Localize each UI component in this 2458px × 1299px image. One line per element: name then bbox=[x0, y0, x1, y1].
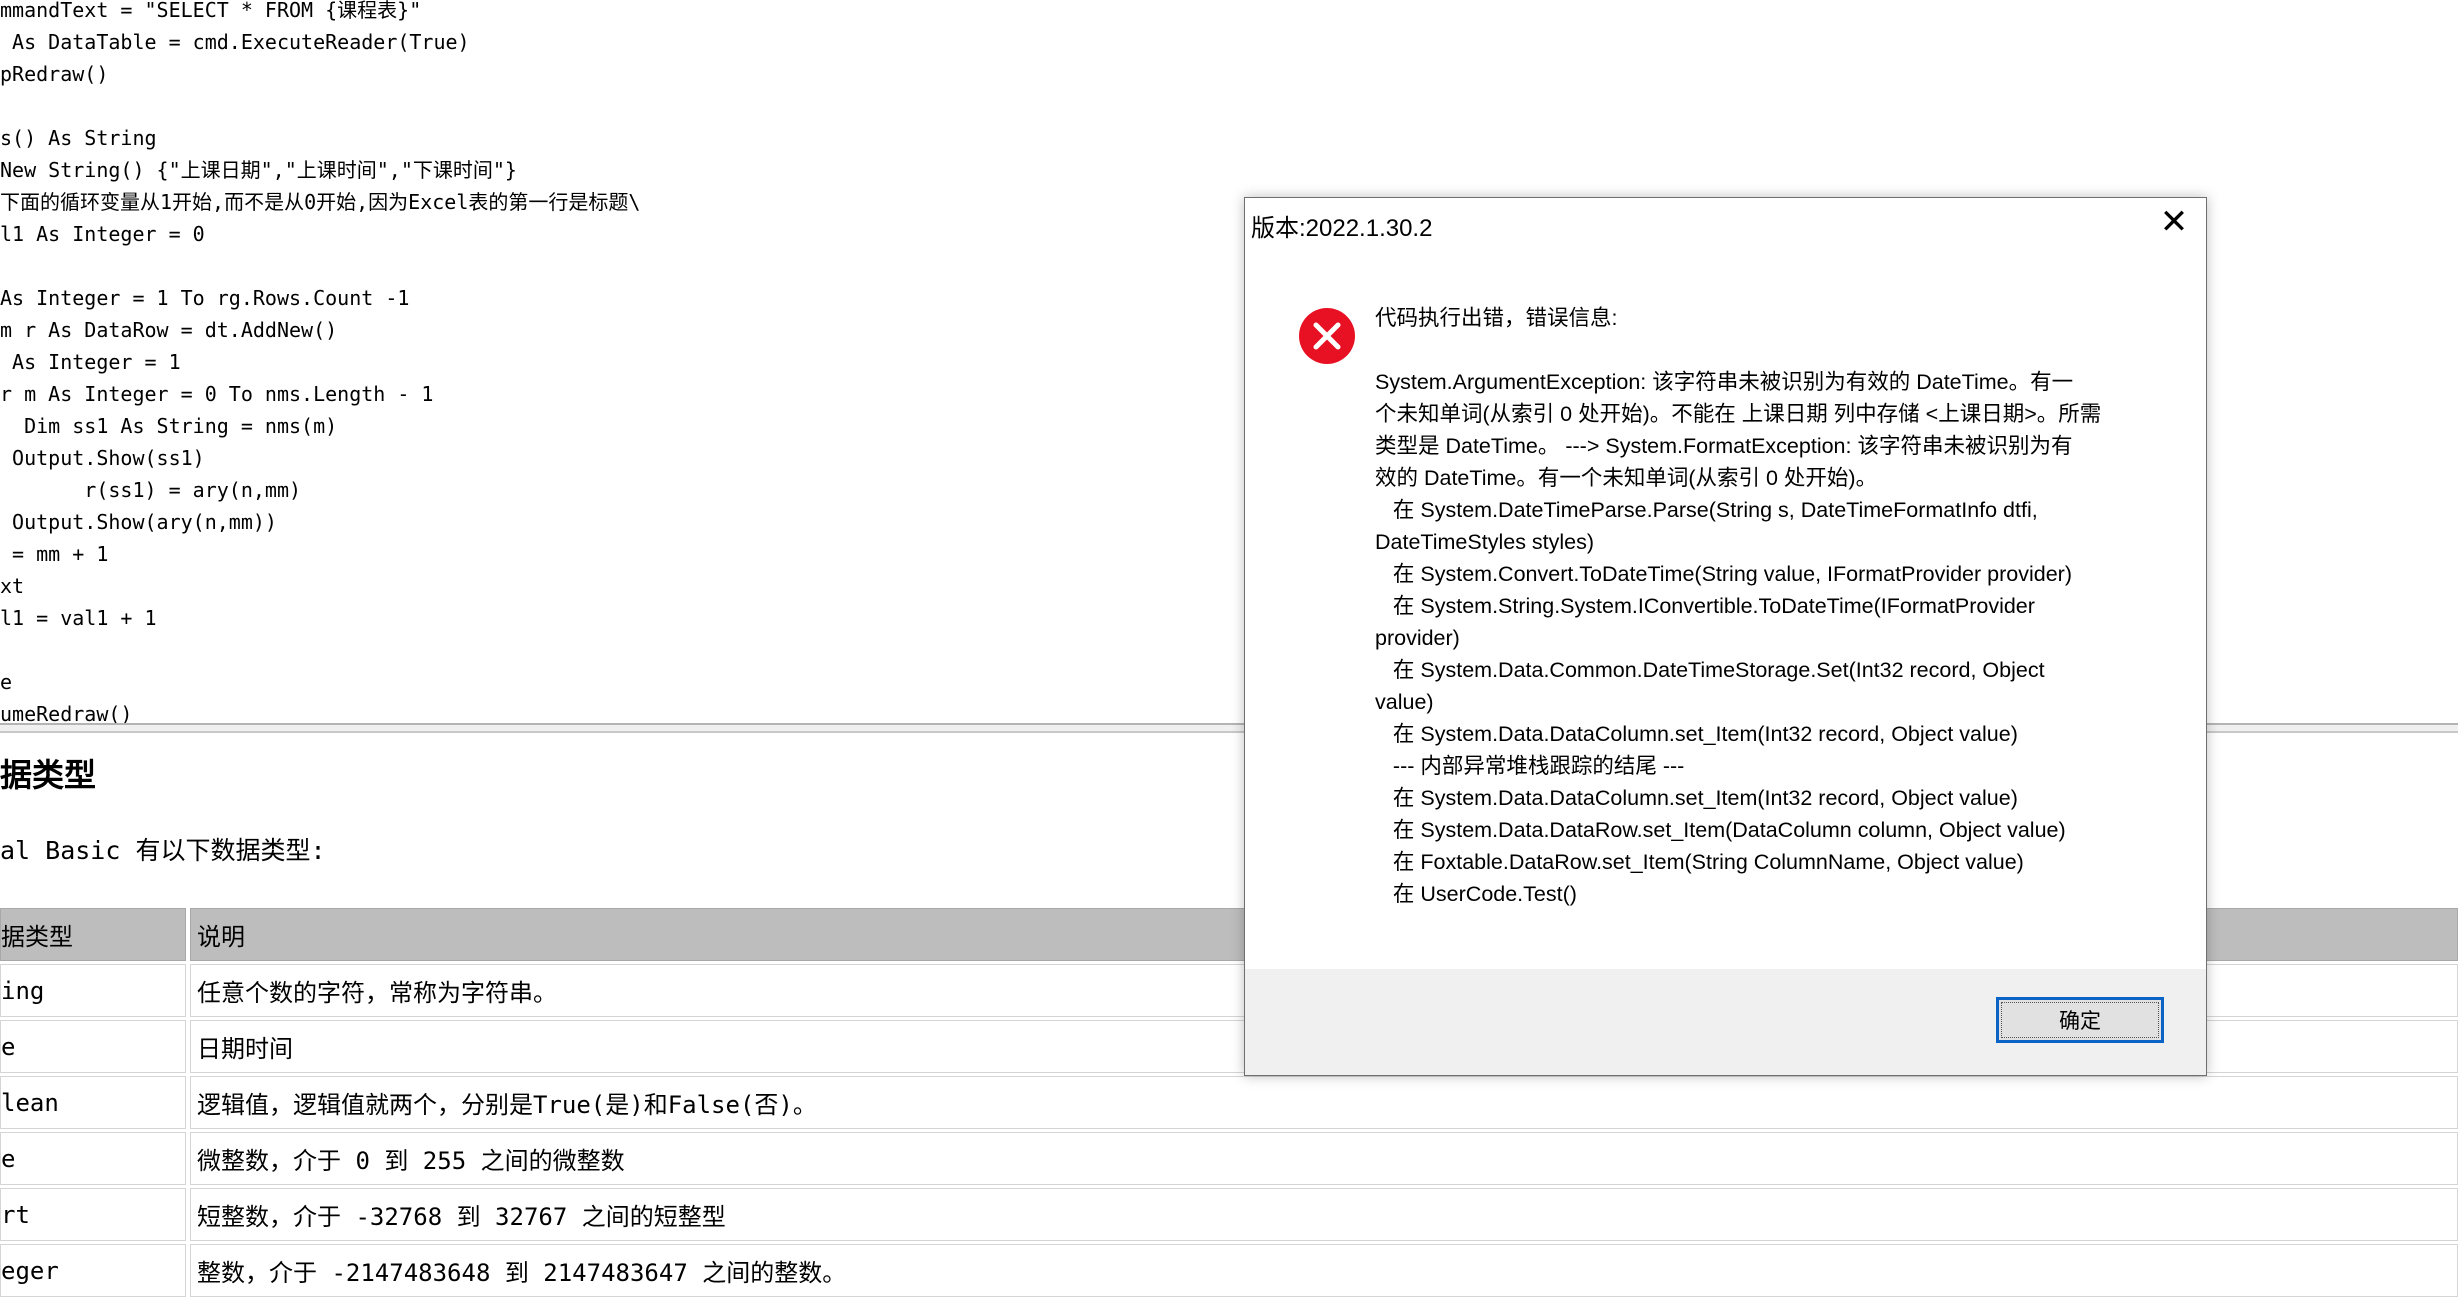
code-line: As DataTable = cmd.ExecuteReader(True) bbox=[0, 30, 470, 54]
description-cell: 微整数，介于 0 到 255 之间的微整数 bbox=[190, 1132, 2458, 1185]
message-line: System.ArgumentException: 该字符串未被识别为有效的 D… bbox=[1375, 370, 2074, 394]
type-cell: eger bbox=[0, 1244, 186, 1297]
message-line: 类型是 DateTime。 ---> System.FormatExceptio… bbox=[1375, 434, 2073, 458]
code-line: As Integer = 1 To rg.Rows.Count -1 bbox=[0, 286, 410, 310]
code-line: m r As DataRow = dt.AddNew() bbox=[0, 318, 338, 342]
message-line: value) bbox=[1375, 690, 1434, 714]
code-line: = mm + 1 bbox=[0, 542, 109, 566]
code-line: l1 = val1 + 1 bbox=[0, 606, 157, 630]
message-line: 在 System.Convert.ToDateTime(String value… bbox=[1375, 562, 2072, 586]
code-line: As Integer = 1 bbox=[0, 350, 181, 374]
message-line: --- 内部异常堆栈跟踪的结尾 --- bbox=[1375, 754, 1685, 778]
type-cell: lean bbox=[0, 1076, 186, 1129]
message-line: 在 System.DateTimeParse.Parse(String s, D… bbox=[1375, 498, 2038, 522]
table-row: eger 整数，介于 -2147483648 到 2147483647 之间的整数… bbox=[0, 1244, 2458, 1299]
code-line: xt bbox=[0, 574, 25, 598]
error-icon bbox=[1299, 308, 1355, 364]
message-line: 在 System.Data.DataColumn.set_Item(Int32 … bbox=[1375, 786, 2018, 810]
error-message: 代码执行出错，错误信息: System.ArgumentException: 该字… bbox=[1375, 302, 2165, 910]
message-line: 个未知单词(从索引 0 处开始)。不能在 上课日期 列中存储 <上课日期>。所需 bbox=[1375, 402, 2102, 426]
code-line: e bbox=[0, 670, 13, 694]
message-line: provider) bbox=[1375, 626, 1460, 650]
error-dialog: 版本:2022.1.30.2 ✕ 代码执行出错，错误信息: System.Argu… bbox=[1244, 197, 2207, 1076]
type-cell: rt bbox=[0, 1188, 186, 1241]
message-line: 在 System.String.System.IConvertible.ToDa… bbox=[1375, 594, 2035, 618]
description-cell: 逻辑值，逻辑值就两个，分别是True(是)和False(否)。 bbox=[190, 1076, 2458, 1129]
doc-intro: al Basic 有以下数据类型: bbox=[0, 836, 326, 865]
table-header-type: 据类型 bbox=[0, 908, 186, 961]
code-line: r m As Integer = 0 To nms.Length - 1 bbox=[0, 382, 434, 406]
type-cell: e bbox=[0, 1132, 186, 1185]
message-line: 在 Foxtable.DataRow.set_Item(String Colum… bbox=[1375, 850, 2024, 874]
code-line: s() As String bbox=[0, 126, 157, 150]
code-line: mmandText = "SELECT * FROM {课程表}" bbox=[0, 0, 422, 22]
table-row: e 微整数，介于 0 到 255 之间的微整数 bbox=[0, 1132, 2458, 1187]
code-line: Dim ss1 As String = nms(m) bbox=[0, 414, 338, 438]
code-line: Output.Show(ss1) bbox=[0, 446, 205, 470]
table-row: rt 短整数，介于 -32768 到 32767 之间的短整型 bbox=[0, 1188, 2458, 1243]
type-cell: e bbox=[0, 1020, 186, 1073]
message-line: DateTimeStyles styles) bbox=[1375, 530, 1595, 554]
message-line: 在 UserCode.Test() bbox=[1375, 882, 1577, 906]
doc-heading: 据类型 bbox=[0, 757, 97, 793]
message-line bbox=[1375, 334, 2165, 366]
ok-button[interactable]: 确定 bbox=[1996, 997, 2164, 1043]
code-line: New String() {"上课日期","上课时间","下课时间"} bbox=[0, 158, 517, 182]
table-row: lean 逻辑值，逻辑值就两个，分别是True(是)和False(否)。 bbox=[0, 1076, 2458, 1131]
code-line: 下面的循环变量从1开始,而不是从0开始,因为Excel表的第一行是标题\ bbox=[0, 190, 641, 214]
message-line: 在 System.Data.DataColumn.set_Item(Int32 … bbox=[1375, 722, 2018, 746]
description-cell: 整数，介于 -2147483648 到 2147483647 之间的整数。 bbox=[190, 1244, 2458, 1297]
code-line: r(ss1) = ary(n,mm) bbox=[0, 478, 302, 502]
close-icon[interactable]: ✕ bbox=[2156, 204, 2192, 240]
type-cell: ing bbox=[0, 964, 186, 1017]
message-line: 代码执行出错，错误信息: bbox=[1375, 306, 1618, 330]
message-line: 效的 DateTime。有一个未知单词(从索引 0 处开始)。 bbox=[1375, 466, 1878, 490]
dialog-button-bar: 确定 bbox=[1245, 969, 2206, 1075]
description-cell: 短整数，介于 -32768 到 32767 之间的短整型 bbox=[190, 1188, 2458, 1241]
code-line: pRedraw() bbox=[0, 62, 109, 86]
dialog-title: 版本:2022.1.30.2 bbox=[1251, 215, 1433, 242]
code-line: Output.Show(ary(n,mm)) bbox=[0, 510, 277, 534]
message-line: 在 System.Data.Common.DateTimeStorage.Set… bbox=[1375, 658, 2045, 682]
message-line: 在 System.Data.DataRow.set_Item(DataColum… bbox=[1375, 818, 2066, 842]
code-line: l1 As Integer = 0 bbox=[0, 222, 205, 246]
